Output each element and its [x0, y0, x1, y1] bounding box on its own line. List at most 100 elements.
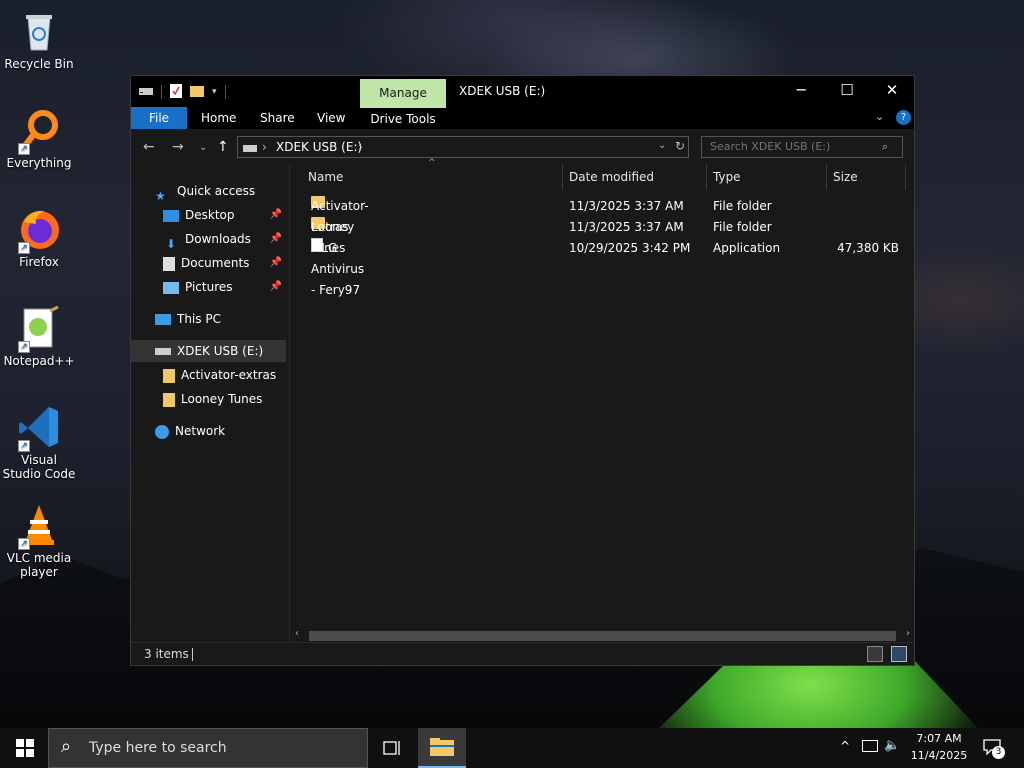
search-icon: ⌕ [61, 736, 72, 757]
shortcut-arrow-icon: ↗ [18, 341, 30, 353]
shortcut-arrow-icon: ↗ [18, 440, 30, 452]
star-icon: ★ [155, 188, 166, 203]
start-button[interactable] [0, 728, 48, 768]
pin-icon[interactable]: 📌 [270, 252, 282, 274]
up-arrow-icon[interactable]: ↑ [217, 139, 229, 155]
shortcut-arrow-icon: ↗ [18, 538, 30, 550]
refresh-icon[interactable]: ↻ [675, 139, 685, 153]
tab-drive-tools[interactable]: Drive Tools [360, 107, 446, 129]
file-date-cell: 10/29/2025 3:42 PM [569, 241, 691, 255]
computer-icon [155, 314, 171, 325]
table-row[interactable]: MLG Antivirus - Fery97 10/29/2025 3:42 P… [291, 238, 914, 297]
desktop-icon-notepad-plus-plus[interactable]: ↗ Notepad++ [2, 305, 76, 368]
show-hidden-icons-icon[interactable]: ^ [840, 739, 850, 753]
clock-date[interactable]: 11/4/2025 [906, 749, 972, 762]
details-view-icon[interactable] [867, 646, 883, 662]
large-icons-view-icon[interactable] [891, 646, 907, 662]
taskbar-search-text: Type here to search [89, 740, 227, 756]
desktop-icon-label: Notepad++ [3, 354, 75, 368]
desktop-icon-recycle-bin[interactable]: Recycle Bin [2, 8, 76, 71]
shortcut-arrow-icon: ↗ [18, 242, 30, 254]
recent-locations-icon[interactable]: ⌄ [199, 142, 207, 153]
breadcrumb-chevron-icon[interactable]: › [358, 140, 363, 154]
breadcrumb-chevron-icon[interactable]: › [262, 140, 267, 154]
scroll-right-icon[interactable]: › [906, 628, 910, 639]
tab-view[interactable]: View [305, 107, 357, 129]
folder-icon [163, 368, 175, 383]
search-box[interactable]: ⌕ [701, 136, 903, 158]
nav-documents[interactable]: Documents 📌 [131, 252, 286, 274]
firefox-icon: ↗ [16, 206, 62, 254]
column-header-name[interactable]: Name [308, 164, 558, 190]
notepad-plus-plus-icon: ↗ [16, 305, 62, 353]
help-icon[interactable]: ? [896, 110, 911, 125]
nav-usb-drive[interactable]: XDEK USB (E:) [131, 340, 286, 362]
qat-dropdown-icon[interactable]: ▾ [212, 87, 217, 97]
nav-quick-access[interactable]: ★ Quick access [131, 180, 286, 203]
scroll-left-icon[interactable]: ‹ [295, 628, 299, 639]
manage-tab[interactable]: Manage [360, 79, 446, 107]
file-size-cell: 47,380 KB [837, 241, 899, 255]
desktop-icon-firefox[interactable]: ↗ Firefox [2, 206, 76, 269]
search-input[interactable] [710, 140, 870, 153]
nav-activator-extras[interactable]: Activator-extras [131, 364, 286, 386]
tab-home[interactable]: Home [189, 107, 248, 129]
taskbar-search-box[interactable]: ⌕ Type here to search [48, 728, 368, 768]
minimize-button[interactable]: ─ [778, 76, 824, 107]
column-header-type[interactable]: Type [713, 164, 825, 190]
close-button[interactable]: ✕ [869, 76, 915, 107]
column-separator[interactable] [905, 164, 906, 190]
column-header-date[interactable]: Date modified [569, 164, 705, 190]
tab-share[interactable]: Share [248, 107, 307, 129]
separator [224, 85, 226, 99]
pane-divider[interactable] [289, 164, 290, 642]
properties-icon[interactable] [170, 83, 182, 101]
file-explorer-window: ▾ Manage XDEK USB (E:) ─ ☐ ✕ File Home S… [130, 75, 915, 666]
network-icon [155, 424, 169, 439]
desktop-icon-vlc[interactable]: ↗ VLC media player [2, 502, 76, 579]
volume-muted-icon[interactable]: 🔈 [884, 738, 900, 753]
notifications-button[interactable]: 3 [980, 736, 1005, 760]
column-separator[interactable] [562, 164, 563, 190]
nav-pictures[interactable]: Pictures 📌 [131, 276, 286, 298]
title-bar: ▾ Manage XDEK USB (E:) ─ ☐ ✕ [131, 76, 914, 107]
status-bar: 3 items [131, 642, 914, 665]
pin-icon[interactable]: 📌 [270, 228, 282, 250]
nav-looney-tunes[interactable]: Looney Tunes [131, 388, 286, 410]
drive-icon[interactable] [139, 85, 153, 99]
windows-logo-icon [16, 739, 34, 757]
nav-downloads[interactable]: ⬇ Downloads 📌 [131, 228, 286, 251]
nav-network[interactable]: Network [131, 420, 286, 442]
table-row[interactable]: Looney Tunes 11/3/2025 3:37 AM File fold… [291, 217, 914, 255]
recycle-bin-icon [16, 8, 62, 54]
desktop-icon-everything[interactable]: ↗ Everything [2, 107, 76, 170]
pin-icon[interactable]: 📌 [270, 276, 282, 298]
column-header-size[interactable]: Size [833, 164, 903, 190]
scrollbar-thumb[interactable] [309, 631, 896, 641]
network-tray-icon[interactable] [862, 740, 878, 752]
address-dropdown-icon[interactable]: ⌄ [658, 140, 666, 151]
expand-ribbon-icon[interactable]: ⌄ [875, 110, 884, 123]
breadcrumb[interactable]: XDEK USB (E:) [276, 140, 362, 154]
download-arrow-icon: ⬇ [165, 236, 177, 251]
horizontal-scrollbar[interactable]: ‹ › [291, 628, 914, 642]
column-separator[interactable] [826, 164, 827, 190]
nav-desktop[interactable]: Desktop 📌 [131, 204, 286, 226]
tab-file[interactable]: File [131, 107, 187, 129]
desktop-icon-label: Visual Studio Code [2, 453, 76, 481]
pin-icon[interactable]: 📌 [270, 204, 282, 226]
documents-icon [163, 256, 175, 271]
desktop-icon-vscode[interactable]: ↗ Visual Studio Code [2, 404, 76, 481]
table-row[interactable]: Activator-extras 11/3/2025 3:37 AM File … [291, 196, 914, 234]
nav-this-pc[interactable]: This PC [131, 308, 286, 330]
taskbar-file-explorer[interactable] [418, 728, 466, 768]
new-folder-icon[interactable] [190, 85, 204, 100]
clock-time[interactable]: 7:07 AM [906, 732, 972, 745]
column-separator[interactable] [706, 164, 707, 190]
back-arrow-icon[interactable]: ← [143, 139, 155, 155]
folder-icon [163, 392, 175, 407]
address-field[interactable]: › XDEK USB (E:) › ⌄ ↻ [237, 136, 689, 158]
forward-arrow-icon[interactable]: → [172, 139, 184, 155]
task-view-button[interactable] [368, 728, 416, 768]
maximize-button[interactable]: ☐ [824, 76, 870, 107]
